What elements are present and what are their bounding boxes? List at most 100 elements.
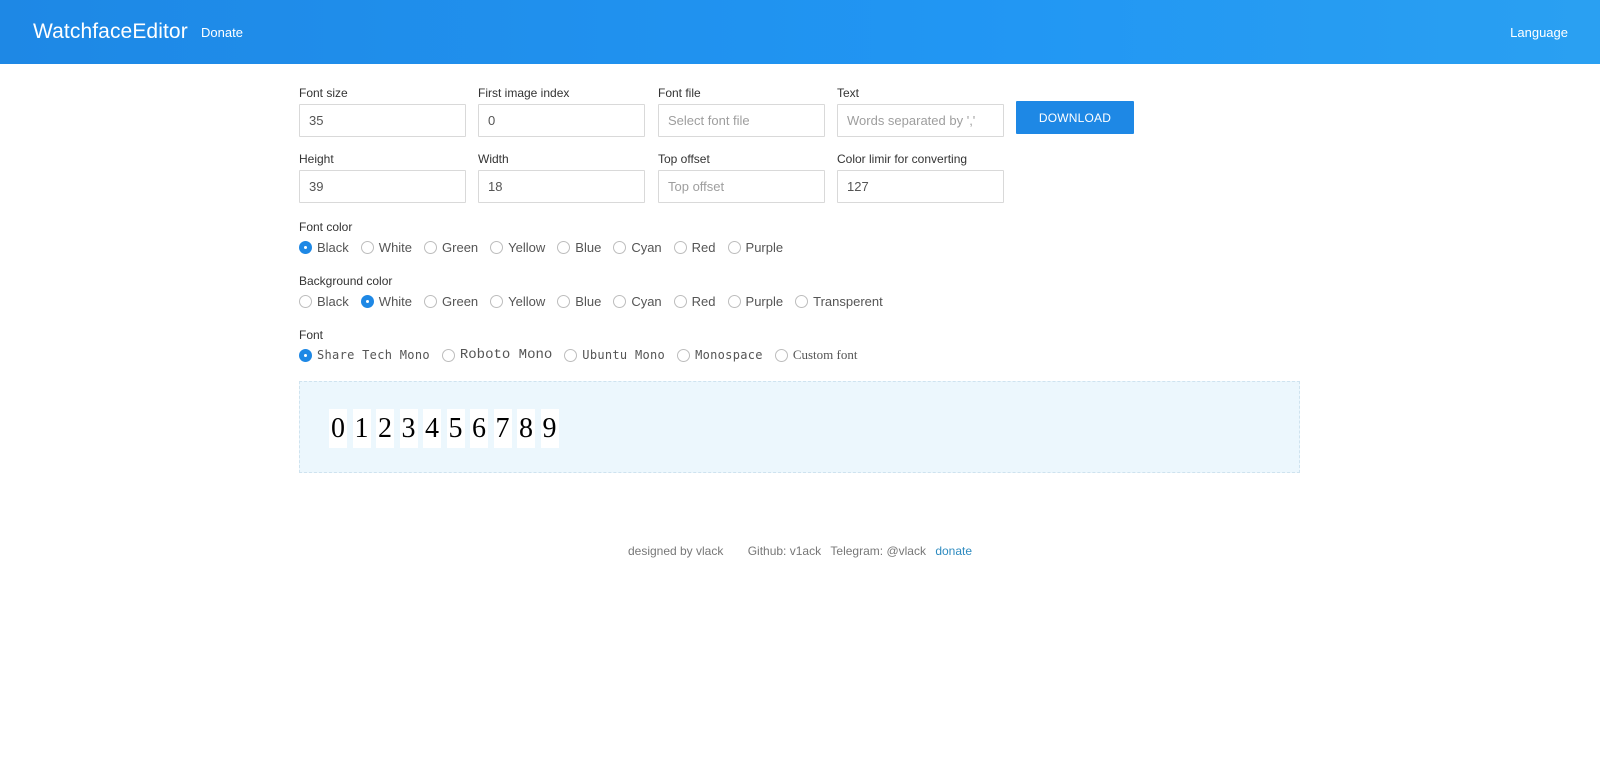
width-label: Width (478, 152, 509, 166)
radio-icon[interactable] (557, 294, 571, 308)
radio-icon[interactable] (774, 348, 788, 362)
font-option-share-tech-mono[interactable]: Share Tech Mono (299, 348, 430, 362)
first-image-index-input[interactable] (478, 104, 645, 137)
font-label: Font (299, 328, 324, 342)
background-color-option-purple[interactable]: Purple (727, 293, 784, 309)
font-color-option-label: White (378, 239, 413, 255)
height-input[interactable] (299, 170, 466, 203)
font-group: Font Share Tech Mono Roboto Mono Ubuntu Mo… (299, 328, 869, 365)
radio-icon[interactable] (673, 240, 687, 254)
background-color-option-green[interactable]: Green (424, 294, 478, 309)
font-size-field: Font size (299, 86, 466, 137)
radio-icon[interactable] (727, 240, 741, 254)
font-color-option-label: Blue (575, 239, 602, 255)
font-option-custom-font[interactable]: Custom font (774, 347, 857, 363)
brand-title[interactable]: WatchfaceEditor (33, 20, 188, 44)
background-color-option-black[interactable]: Black (299, 294, 349, 309)
top-offset-input[interactable] (658, 170, 825, 203)
radio-icon[interactable] (441, 348, 455, 362)
background-color-option-red[interactable]: Red (673, 293, 716, 309)
font-file-input[interactable] (658, 104, 825, 137)
digit-strip: 0123456789 (329, 409, 564, 448)
download-button[interactable]: DOWNLOAD (1016, 101, 1134, 134)
top-offset-field: Top offset (658, 152, 825, 203)
font-option-ubuntu-mono[interactable]: Ubuntu Mono (564, 348, 665, 362)
radio-icon[interactable] (795, 294, 809, 308)
radio-icon[interactable] (564, 348, 578, 362)
background-color-option-label: Green (442, 293, 479, 309)
radio-icon[interactable] (613, 294, 627, 308)
width-input[interactable] (478, 170, 645, 203)
background-color-option-transperent[interactable]: Transperent (795, 294, 883, 309)
font-color-option-blue[interactable]: Blue (557, 240, 601, 255)
radio-icon[interactable] (613, 240, 627, 254)
background-color-option-yellow[interactable]: Yellow (490, 294, 545, 309)
height-field: Height (299, 152, 466, 203)
digit-image: 8 (517, 409, 535, 448)
digit-image: 9 (540, 409, 559, 448)
font-options: Share Tech Mono Roboto Mono Ubuntu Mono Mon… (299, 345, 869, 365)
footer-telegram: Telegram: @vlack (830, 544, 926, 558)
font-color-option-green[interactable]: Green (424, 240, 478, 255)
font-color-options: Black White Green Yellow Blue Cyan Red Purple (299, 237, 795, 257)
radio-icon[interactable] (424, 294, 438, 308)
top-navbar: WatchfaceEditor Donate Language (0, 0, 1600, 64)
text-label: Text (837, 86, 860, 100)
font-size-input[interactable] (299, 104, 466, 137)
radio-icon[interactable] (727, 294, 741, 308)
background-color-option-label: Yellow (508, 293, 546, 309)
first-image-index-label: First image index (478, 86, 570, 100)
footer-donate-link[interactable]: donate (935, 544, 972, 558)
background-color-option-white[interactable]: White (360, 293, 413, 309)
font-color-option-purple[interactable]: Purple (727, 239, 784, 255)
digits-preview: 0123456789 (299, 381, 1300, 473)
font-color-option-yellow[interactable]: Yellow (490, 240, 545, 255)
radio-icon[interactable] (299, 240, 312, 254)
digit-image: 5 (446, 409, 465, 448)
background-color-group: Background color Black White Green Yellow Bl… (299, 274, 895, 311)
radio-icon[interactable] (360, 240, 374, 254)
digit-image: 4 (423, 409, 441, 448)
digit-image: 2 (376, 409, 394, 448)
radio-icon[interactable] (673, 294, 687, 308)
radio-icon[interactable] (299, 294, 312, 308)
font-color-option-cyan[interactable]: Cyan (613, 239, 662, 255)
font-color-option-black[interactable]: Black (299, 240, 349, 255)
font-color-option-red[interactable]: Red (673, 240, 716, 255)
color-limit-label: Color limir for converting (837, 152, 968, 166)
radio-icon[interactable] (677, 348, 691, 362)
nav-donate-link[interactable]: Donate (201, 25, 243, 40)
font-file-field: Font file (658, 86, 825, 137)
font-color-option-white[interactable]: White (360, 239, 413, 255)
color-limit-input[interactable] (837, 170, 1004, 203)
background-color-option-label: Purple (745, 293, 784, 309)
background-color-option-label: Red (691, 293, 716, 309)
background-color-option-label: Black (317, 293, 349, 309)
radio-icon[interactable] (490, 294, 504, 308)
digit-image: 6 (470, 409, 488, 448)
color-limit-field: Color limir for converting (837, 152, 1004, 203)
font-option-monospace[interactable]: Monospace (677, 348, 763, 362)
font-option-roboto-mono[interactable]: Roboto Mono (441, 347, 552, 363)
digit-image: 3 (399, 409, 418, 448)
font-color-option-label: Purple (745, 239, 784, 255)
radio-icon[interactable] (299, 348, 312, 362)
font-option-label: Ubuntu Mono (582, 348, 666, 362)
radio-icon[interactable] (360, 294, 374, 308)
background-color-option-blue[interactable]: Blue (557, 294, 601, 309)
text-input[interactable] (837, 104, 1004, 137)
background-color-option-cyan[interactable]: Cyan (613, 294, 662, 309)
digit-image: 7 (493, 409, 512, 448)
radio-icon[interactable] (424, 240, 438, 254)
radio-icon[interactable] (557, 240, 571, 254)
radio-icon[interactable] (490, 240, 504, 254)
height-label: Height (299, 152, 334, 166)
font-color-option-label: Cyan (631, 239, 662, 255)
font-color-group: Font color Black White Green Yellow Blue Cyan… (299, 220, 795, 257)
width-field: Width (478, 152, 645, 203)
background-color-option-label: White (378, 293, 413, 309)
digit-image: 1 (352, 409, 371, 448)
font-color-option-label: Black (317, 239, 349, 255)
nav-language-menu[interactable]: Language (1510, 25, 1568, 40)
font-file-label: Font file (658, 86, 701, 100)
